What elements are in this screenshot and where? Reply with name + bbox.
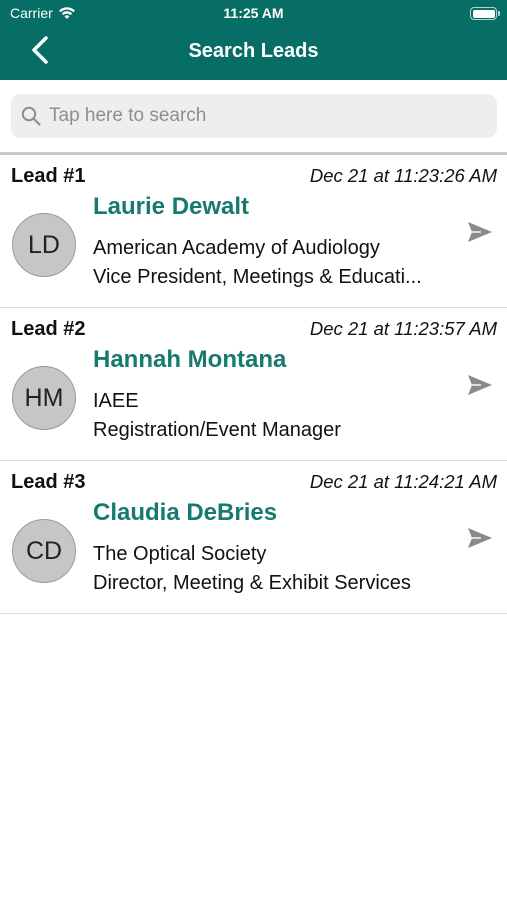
- search-field[interactable]: [11, 94, 497, 138]
- navigation-bar: Carrier 11:25 AM Search Leads: [0, 0, 507, 80]
- lead-organization: The Optical Society: [93, 543, 267, 565]
- battery-icon: [470, 7, 500, 20]
- search-input[interactable]: [49, 105, 469, 127]
- avatar: LD: [12, 213, 76, 277]
- avatar: HM: [12, 366, 76, 430]
- search-icon: [21, 105, 43, 127]
- lead-organization: American Academy of Audiology: [93, 237, 380, 259]
- send-icon: [467, 527, 493, 554]
- search-bar-container: [0, 80, 507, 154]
- send-button[interactable]: [465, 219, 495, 249]
- lead-name: Claudia DeBries: [93, 499, 278, 526]
- lead-timestamp: Dec 21 at 11:23:26 AM: [309, 165, 497, 186]
- lead-organization: IAEE: [93, 390, 139, 412]
- status-time: 11:25 AM: [223, 5, 284, 21]
- lead-job-title: Registration/Event Manager: [93, 419, 341, 441]
- send-icon: [467, 221, 493, 248]
- send-button[interactable]: [465, 372, 495, 402]
- send-button[interactable]: [465, 525, 495, 555]
- lead-row[interactable]: Lead #3 Dec 21 at 11:24:21 AM CD Claudia…: [0, 461, 507, 614]
- status-bar: Carrier 11:25 AM: [0, 0, 507, 28]
- lead-number: Lead #2: [11, 318, 86, 340]
- lead-job-title: Vice President, Meetings & Educati...: [93, 266, 422, 288]
- page-title: Search Leads: [188, 40, 319, 62]
- send-icon: [467, 374, 493, 401]
- leads-list: Lead #1 Dec 21 at 11:23:26 AM LD Laurie …: [0, 155, 507, 614]
- lead-name: Laurie Dewalt: [93, 193, 250, 220]
- lead-job-title: Director, Meeting & Exhibit Services: [93, 572, 411, 594]
- lead-name: Hannah Montana: [93, 346, 287, 373]
- lead-row[interactable]: Lead #2 Dec 21 at 11:23:57 AM HM Hannah …: [0, 308, 507, 461]
- lead-timestamp: Dec 21 at 11:23:57 AM: [309, 318, 497, 339]
- lead-number: Lead #3: [11, 471, 86, 493]
- lead-timestamp: Dec 21 at 11:24:21 AM: [309, 471, 497, 492]
- avatar: CD: [12, 519, 76, 583]
- lead-number: Lead #1: [11, 165, 86, 187]
- lead-row[interactable]: Lead #1 Dec 21 at 11:23:26 AM LD Laurie …: [0, 155, 507, 308]
